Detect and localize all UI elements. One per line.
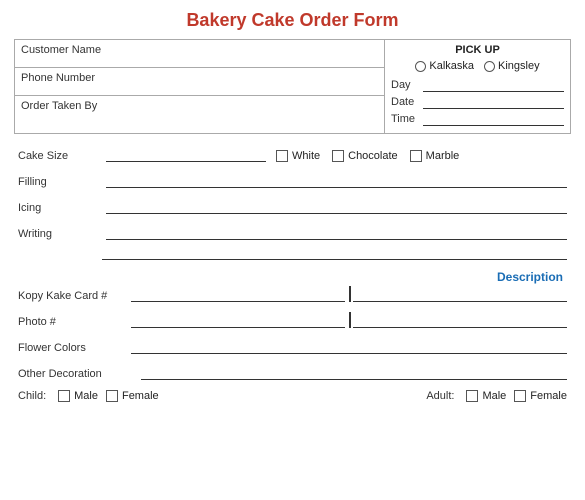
- writing-extra-line[interactable]: [102, 244, 567, 260]
- adult-male-option[interactable]: Male: [466, 390, 506, 402]
- photo-label: Photo #: [18, 316, 123, 328]
- cake-size-label: Cake Size: [18, 150, 98, 162]
- adult-male-label: Male: [482, 390, 506, 402]
- adult-female-option[interactable]: Female: [514, 390, 567, 402]
- kopy-kake-row: Kopy Kake Card #: [18, 286, 567, 302]
- writing-row: Writing: [18, 224, 567, 240]
- form-body: Cake Size White Chocolate Marble Filling: [14, 146, 571, 402]
- time-label: Time: [391, 113, 423, 125]
- date-field: Date: [391, 95, 564, 109]
- child-section: Child: Male Female: [18, 390, 159, 402]
- child-male-label: Male: [74, 390, 98, 402]
- chocolate-label: Chocolate: [348, 150, 398, 162]
- cake-size-input[interactable]: [106, 146, 266, 162]
- pickup-title: PICK UP: [391, 44, 564, 56]
- white-option[interactable]: White: [276, 150, 320, 162]
- marble-checkbox[interactable]: [410, 150, 422, 162]
- photo-row: Photo #: [18, 312, 567, 328]
- white-checkbox[interactable]: [276, 150, 288, 162]
- page: Bakery Cake Order Form Customer Name Pho…: [0, 0, 585, 500]
- cake-options: White Chocolate Marble: [276, 150, 459, 162]
- icing-label: Icing: [18, 202, 98, 214]
- order-taken-row: Order Taken By: [15, 96, 384, 124]
- photo-input-left[interactable]: [131, 312, 345, 328]
- adult-label: Adult:: [426, 390, 454, 402]
- pickup-locations: Kalkaska Kingsley: [391, 60, 564, 72]
- pickup-kalkaska[interactable]: Kalkaska: [415, 60, 474, 72]
- adult-female-checkbox[interactable]: [514, 390, 526, 402]
- adult-female-label: Female: [530, 390, 567, 402]
- photo-input-right[interactable]: [353, 312, 567, 328]
- filling-input[interactable]: [106, 172, 567, 188]
- child-female-label: Female: [122, 390, 159, 402]
- kopy-kake-input-left[interactable]: [131, 286, 345, 302]
- adult-section: Adult: Male Female: [426, 390, 567, 402]
- kingsley-label: Kingsley: [498, 60, 540, 72]
- left-column: Customer Name Phone Number Order Taken B…: [15, 40, 385, 133]
- day-label: Day: [391, 79, 423, 91]
- child-female-checkbox[interactable]: [106, 390, 118, 402]
- adult-male-checkbox[interactable]: [466, 390, 478, 402]
- marble-option[interactable]: Marble: [410, 150, 460, 162]
- date-label: Date: [391, 96, 423, 108]
- child-male-checkbox[interactable]: [58, 390, 70, 402]
- right-column: PICK UP Kalkaska Kingsley Day Date: [385, 40, 570, 133]
- day-input[interactable]: [423, 78, 564, 92]
- kopy-kake-input-right[interactable]: [353, 286, 567, 302]
- phone-number-row: Phone Number: [15, 68, 384, 96]
- flower-colors-input[interactable]: [131, 338, 567, 354]
- child-label: Child:: [18, 390, 46, 402]
- photo-divider: [349, 312, 351, 328]
- flower-colors-label: Flower Colors: [18, 342, 123, 354]
- kalkaska-radio[interactable]: [415, 61, 426, 72]
- time-field: Time: [391, 112, 564, 126]
- customer-name-label: Customer Name: [21, 44, 101, 56]
- other-decoration-label: Other Decoration: [18, 368, 133, 380]
- cake-size-row: Cake Size White Chocolate Marble: [18, 146, 567, 162]
- kopy-kake-label: Kopy Kake Card #: [18, 290, 123, 302]
- page-title: Bakery Cake Order Form: [14, 10, 571, 31]
- kingsley-radio[interactable]: [484, 61, 495, 72]
- description-label: Description: [18, 270, 567, 284]
- other-decoration-row: Other Decoration: [18, 364, 567, 380]
- icing-row: Icing: [18, 198, 567, 214]
- customer-name-row: Customer Name: [15, 40, 384, 68]
- flower-colors-row: Flower Colors: [18, 338, 567, 354]
- chocolate-option[interactable]: Chocolate: [332, 150, 398, 162]
- phone-number-label: Phone Number: [21, 72, 95, 84]
- date-input[interactable]: [423, 95, 564, 109]
- top-section: Customer Name Phone Number Order Taken B…: [14, 39, 571, 134]
- order-taken-label: Order Taken By: [21, 100, 97, 112]
- filling-label: Filling: [18, 176, 98, 188]
- chocolate-checkbox[interactable]: [332, 150, 344, 162]
- child-adult-row: Child: Male Female Adult: Male: [18, 390, 567, 402]
- other-decoration-input[interactable]: [141, 364, 567, 380]
- kopy-kake-divider: [349, 286, 351, 302]
- filling-row: Filling: [18, 172, 567, 188]
- child-male-option[interactable]: Male: [58, 390, 98, 402]
- kalkaska-label: Kalkaska: [429, 60, 474, 72]
- day-field: Day: [391, 78, 564, 92]
- pickup-kingsley[interactable]: Kingsley: [484, 60, 540, 72]
- time-input[interactable]: [423, 112, 564, 126]
- child-female-option[interactable]: Female: [106, 390, 159, 402]
- writing-input[interactable]: [106, 224, 567, 240]
- icing-input[interactable]: [106, 198, 567, 214]
- marble-label: Marble: [426, 150, 460, 162]
- white-label: White: [292, 150, 320, 162]
- writing-label: Writing: [18, 228, 98, 240]
